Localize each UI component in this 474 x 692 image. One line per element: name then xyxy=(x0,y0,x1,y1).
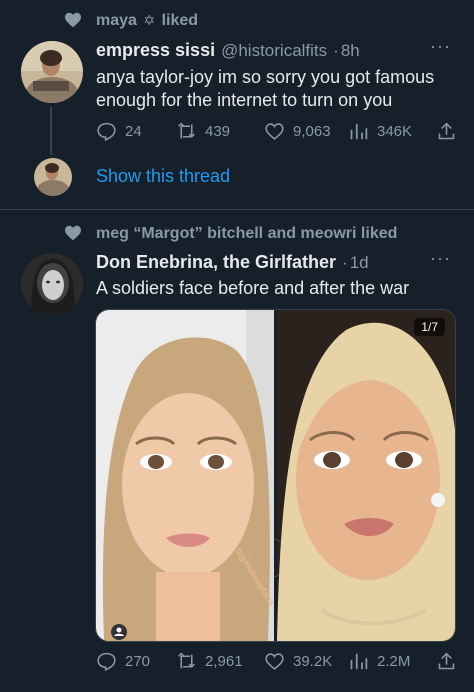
retweet-count: 2,961 xyxy=(205,653,243,670)
avatar-image xyxy=(21,253,83,315)
like-icon xyxy=(265,123,284,140)
avatar[interactable] xyxy=(21,41,83,103)
tweet-media[interactable]: 1/7 bigmakeupfans xyxy=(95,309,456,642)
author-name[interactable]: empress sissi xyxy=(96,40,215,61)
reply-count: 24 xyxy=(125,123,142,140)
heart-icon xyxy=(65,225,81,241)
views-count: 346K xyxy=(377,123,413,140)
views-icon xyxy=(350,653,368,670)
timestamp[interactable]: 1d xyxy=(350,253,369,273)
media-image xyxy=(96,310,455,641)
tweet-header: Don Enebrina, the Girlfather · 1d xyxy=(96,252,369,273)
retweet-count: 439 xyxy=(205,123,231,140)
share-button[interactable] xyxy=(436,121,457,142)
like-icon xyxy=(265,653,284,670)
views-count: 2.2M xyxy=(377,653,411,670)
reply-icon xyxy=(97,122,116,142)
like-button[interactable]: 9,063 xyxy=(264,121,331,142)
like-count: 9,063 xyxy=(293,123,331,140)
tweet-text: anya taylor-joy im so sorry you got famo… xyxy=(96,67,435,110)
share-button[interactable] xyxy=(436,651,457,672)
tweet-text: A soldiers face before and after the war xyxy=(96,278,410,298)
thread-avatar-image xyxy=(34,158,72,196)
views-button[interactable]: 346K xyxy=(348,121,412,142)
share-icon xyxy=(438,652,455,670)
heart-icon xyxy=(65,12,81,28)
context-action: liked xyxy=(161,12,199,29)
more-options-icon[interactable]: ··· xyxy=(430,248,451,269)
more-options-icon[interactable]: ··· xyxy=(430,36,451,57)
context-user[interactable]: maya xyxy=(96,12,137,29)
views-icon xyxy=(350,123,368,140)
separator-dot: · xyxy=(342,253,348,272)
timestamp[interactable]: 8h xyxy=(341,41,360,61)
sparkle-icon: ✡ xyxy=(143,12,156,28)
separator-dot: · xyxy=(333,41,339,60)
social-context[interactable]: meg “Margot” bitchell and meowri liked xyxy=(96,225,397,243)
tweet-divider xyxy=(0,209,474,210)
reply-button[interactable]: 24 xyxy=(96,121,142,142)
social-context[interactable]: maya ✡ liked xyxy=(96,12,198,30)
media-counter: 1/7 xyxy=(414,318,445,336)
reply-icon xyxy=(97,652,116,672)
like-button[interactable]: 39.2K xyxy=(264,651,332,672)
author-name[interactable]: Don Enebrina, the Girlfather xyxy=(96,252,336,273)
views-button[interactable]: 2.2M xyxy=(348,651,410,672)
avatar-image xyxy=(21,41,83,103)
thread-avatar[interactable] xyxy=(34,158,72,196)
retweet-button[interactable]: 2,961 xyxy=(176,651,243,672)
tweet-header: empress sissi @historicalfits · 8h xyxy=(96,40,360,61)
retweet-button[interactable]: 439 xyxy=(176,121,230,142)
show-thread-link[interactable]: Show this thread xyxy=(96,166,230,187)
like-count: 39.2K xyxy=(293,653,333,670)
retweet-icon xyxy=(178,652,195,669)
thread-line xyxy=(50,107,52,155)
reply-button[interactable]: 270 xyxy=(96,651,150,672)
author-handle[interactable]: @historicalfits xyxy=(221,41,327,61)
retweet-icon xyxy=(178,122,195,139)
share-icon xyxy=(438,122,455,140)
reply-count: 270 xyxy=(125,653,151,670)
avatar[interactable] xyxy=(21,253,83,315)
